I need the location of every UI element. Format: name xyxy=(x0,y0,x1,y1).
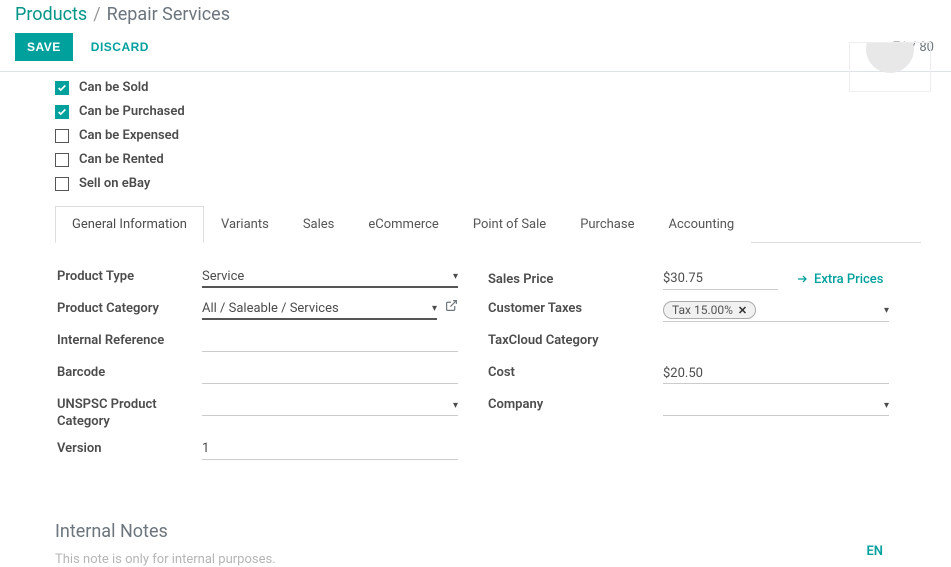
input-barcode[interactable] xyxy=(202,363,458,384)
label-customer-taxes: Customer Taxes xyxy=(488,299,663,318)
field-cost: Cost $20.50 xyxy=(488,363,889,387)
input-version[interactable]: 1 xyxy=(202,439,458,460)
chevron-down-icon: ▾ xyxy=(884,305,889,316)
input-company[interactable]: ▾ xyxy=(663,395,889,416)
field-barcode: Barcode xyxy=(57,363,458,387)
checkbox-sell-on-ebay[interactable] xyxy=(55,177,69,191)
field-unspsc: UNSPSC Product Category ▾ xyxy=(57,395,458,431)
tab-variants[interactable]: Variants xyxy=(204,206,286,243)
right-column: Sales Price $30.75 Extra Prices Customer… xyxy=(488,267,919,471)
toolbar: SAVE DISCARD 71 / 80 xyxy=(0,27,951,72)
label-unspsc: UNSPSC Product Category xyxy=(57,395,202,431)
breadcrumb-current: Repair Services xyxy=(107,4,230,25)
input-cost[interactable]: $20.50 xyxy=(663,363,889,384)
tax-tag[interactable]: Tax 15.00% ✕ xyxy=(663,301,756,319)
tab-bar: General InformationVariantsSaleseCommerc… xyxy=(55,205,921,243)
breadcrumb: Products / Repair Services xyxy=(0,0,951,27)
label-product-type: Product Type xyxy=(57,267,202,286)
label-company: Company xyxy=(488,395,663,414)
field-product-type: Product Type Service ▾ xyxy=(57,267,458,291)
checkbox-row-can-be-sold: Can be Sold xyxy=(55,80,921,95)
input-unspsc[interactable]: ▾ xyxy=(202,395,458,416)
internal-notes-heading: Internal Notes xyxy=(55,521,921,542)
label-product-category: Product Category xyxy=(57,299,202,318)
field-taxcloud: TaxCloud Category xyxy=(488,331,889,355)
breadcrumb-separator: / xyxy=(93,4,100,25)
checkbox-label: Can be Expensed xyxy=(79,128,179,143)
field-company: Company ▾ xyxy=(488,395,889,419)
tab-point-of-sale[interactable]: Point of Sale xyxy=(456,206,563,243)
chevron-down-icon: ▾ xyxy=(432,303,437,314)
chevron-down-icon: ▾ xyxy=(884,400,889,411)
left-column: Product Type Service ▾ Product Category … xyxy=(57,267,488,471)
checkbox-label: Sell on eBay xyxy=(79,176,150,191)
checkbox-can-be-sold[interactable] xyxy=(55,81,69,95)
chevron-down-icon: ▾ xyxy=(453,400,458,411)
label-cost: Cost xyxy=(488,363,663,382)
checkbox-label: Can be Rented xyxy=(79,152,164,167)
tab-sales[interactable]: Sales xyxy=(286,206,352,243)
tab-accounting[interactable]: Accounting xyxy=(651,206,751,243)
input-product-type[interactable]: Service ▾ xyxy=(202,267,458,288)
field-internal-reference: Internal Reference xyxy=(57,331,458,355)
field-version: Version 1 xyxy=(57,439,458,463)
label-internal-reference: Internal Reference xyxy=(57,331,202,350)
checkbox-row-can-be-rented: Can be Rented xyxy=(55,152,921,167)
field-product-category: Product Category All / Saleable / Servic… xyxy=(57,299,458,323)
extra-prices-link[interactable]: Extra Prices xyxy=(796,272,883,287)
checkbox-row-can-be-purchased: Can be Purchased xyxy=(55,104,921,119)
product-image-placeholder xyxy=(866,42,914,73)
close-icon[interactable]: ✕ xyxy=(738,304,747,317)
checkbox-can-be-expensed[interactable] xyxy=(55,129,69,143)
checkbox-can-be-purchased[interactable] xyxy=(55,105,69,119)
input-product-category[interactable]: All / Saleable / Services ▾ xyxy=(202,299,437,320)
tab-general-information[interactable]: General Information xyxy=(55,206,204,243)
field-customer-taxes: Customer Taxes Tax 15.00% ✕ ▾ xyxy=(488,299,889,323)
save-button[interactable]: SAVE xyxy=(15,33,73,61)
checkbox-label: Can be Sold xyxy=(79,80,149,95)
tab-ecommerce[interactable]: eCommerce xyxy=(351,206,455,243)
checkbox-can-be-rented[interactable] xyxy=(55,153,69,167)
tab-purchase[interactable]: Purchase xyxy=(563,206,651,243)
input-customer-taxes[interactable]: Tax 15.00% ✕ ▾ xyxy=(663,299,889,322)
input-sales-price[interactable]: $30.75 xyxy=(663,269,778,290)
breadcrumb-root[interactable]: Products xyxy=(15,4,87,25)
label-taxcloud: TaxCloud Category xyxy=(488,331,663,350)
checkbox-row-sell-on-ebay: Sell on eBay xyxy=(55,176,921,191)
internal-notes-input[interactable]: This note is only for internal purposes. xyxy=(55,552,921,567)
checkbox-label: Can be Purchased xyxy=(79,104,185,119)
label-version: Version xyxy=(57,439,202,458)
internal-notes-section: Internal Notes This note is only for int… xyxy=(55,521,921,567)
label-sales-price: Sales Price xyxy=(488,270,663,289)
chevron-down-icon: ▾ xyxy=(453,271,458,282)
field-sales-price: Sales Price $30.75 Extra Prices xyxy=(488,267,889,291)
external-link-icon[interactable] xyxy=(445,299,458,316)
arrow-right-icon xyxy=(796,273,808,285)
checkbox-row-can-be-expensed: Can be Expensed xyxy=(55,128,921,143)
input-internal-reference[interactable] xyxy=(202,331,458,352)
discard-button[interactable]: DISCARD xyxy=(79,33,161,61)
product-image-box[interactable] xyxy=(849,42,931,92)
language-toggle[interactable]: EN xyxy=(866,544,883,559)
label-barcode: Barcode xyxy=(57,363,202,382)
tab-content-general: Product Type Service ▾ Product Category … xyxy=(55,243,921,481)
